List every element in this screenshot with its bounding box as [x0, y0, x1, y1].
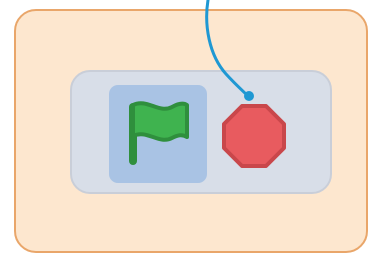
- stop-sign-icon: [222, 104, 286, 168]
- green-flag-button[interactable]: [109, 85, 207, 183]
- stop-button[interactable]: [220, 102, 288, 170]
- green-flag-icon: [129, 101, 189, 165]
